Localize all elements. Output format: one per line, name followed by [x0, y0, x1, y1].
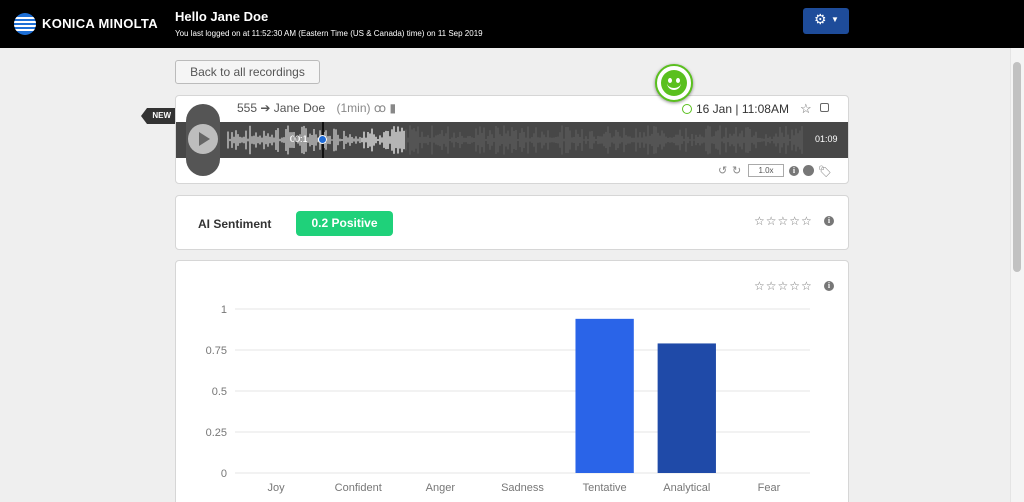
tag-icon[interactable]: 🏷 — [818, 165, 832, 178]
page-scrollbar-thumb[interactable] — [1013, 62, 1021, 272]
bar-analytical[interactable] — [657, 343, 716, 473]
y-tick-label: 1 — [221, 304, 227, 316]
konica-minolta-logo-icon — [14, 13, 36, 35]
recording-duration: (1min) — [336, 101, 371, 115]
forward-icon[interactable]: ↻ — [732, 164, 741, 177]
greeting: Hello Jane Doe — [175, 9, 269, 24]
back-to-recordings-button[interactable]: Back to all recordings — [175, 60, 320, 84]
arrow-right-icon: ➔ — [260, 101, 271, 115]
y-tick-label: 0.75 — [206, 345, 227, 357]
recording-participants: 555 ➔ Jane Doe (1min) ꝏ ▮ — [237, 101, 396, 115]
share-icon[interactable] — [803, 165, 814, 176]
info-icon[interactable]: i — [789, 166, 799, 176]
x-tick-label: Fear — [758, 482, 781, 494]
caller-number: 555 — [237, 101, 258, 115]
audio-waveform[interactable] — [176, 122, 848, 158]
new-badge: NEW — [141, 108, 175, 124]
x-tick-label: Joy — [268, 482, 286, 494]
y-tick-label: 0.5 — [212, 386, 227, 398]
top-bar: KONICA MINOLTA Hello Jane Doe You last l… — [0, 0, 1024, 48]
sentiment-rating-stars[interactable]: ☆☆☆☆☆ — [754, 214, 813, 228]
caret-down-icon: ▼ — [831, 15, 839, 24]
rewind-icon[interactable]: ↺ — [718, 164, 727, 177]
x-tick-label: Tentative — [583, 482, 627, 494]
play-button[interactable] — [186, 104, 220, 176]
small-smiley-icon — [682, 104, 692, 114]
recording-date: 16 Jan | 11:08AM — [682, 102, 789, 116]
sentiment-score-badge: 0.2 Positive — [296, 211, 393, 236]
x-tick-label: Anger — [426, 482, 456, 494]
gear-icon: ⚙ — [814, 11, 827, 27]
last-login-text: You last logged on at 11:52:30 AM (Easte… — [175, 29, 483, 38]
positive-sentiment-smiley-icon — [655, 64, 693, 102]
ai-sentiment-card — [175, 195, 849, 250]
callee-name: Jane Doe — [273, 101, 326, 115]
x-tick-label: Analytical — [663, 482, 710, 494]
total-time: 01:09 — [815, 134, 838, 144]
x-tick-label: Confident — [335, 482, 382, 494]
playback-speed[interactable]: 1.0x — [748, 164, 784, 177]
star-favorite-icon[interactable]: ☆ — [800, 101, 812, 117]
current-time: 00:1 — [290, 134, 308, 144]
ai-sentiment-label: AI Sentiment — [198, 217, 272, 231]
sentiment-info-icon[interactable]: i — [824, 216, 834, 226]
y-tick-label: 0 — [221, 468, 227, 480]
y-tick-label: 0.25 — [206, 427, 227, 439]
play-icon — [199, 132, 210, 146]
x-tick-label: Sadness — [501, 482, 544, 494]
brand-name: KONICA MINOLTA — [42, 16, 158, 31]
bar-tentative[interactable] — [575, 318, 634, 473]
checkbox-icon[interactable] — [820, 103, 829, 112]
tone-bar-chart: 0 0.25 0.5 0.75 1 Joy Confident Anger Sadness Ten… — [206, 304, 810, 494]
settings-menu-button[interactable]: ⚙ ▼ — [803, 8, 849, 34]
notes-icon[interactable]: ▮ — [389, 101, 396, 115]
playhead-handle[interactable] — [318, 135, 327, 144]
voicemail-icon[interactable]: ꝏ — [374, 101, 386, 115]
